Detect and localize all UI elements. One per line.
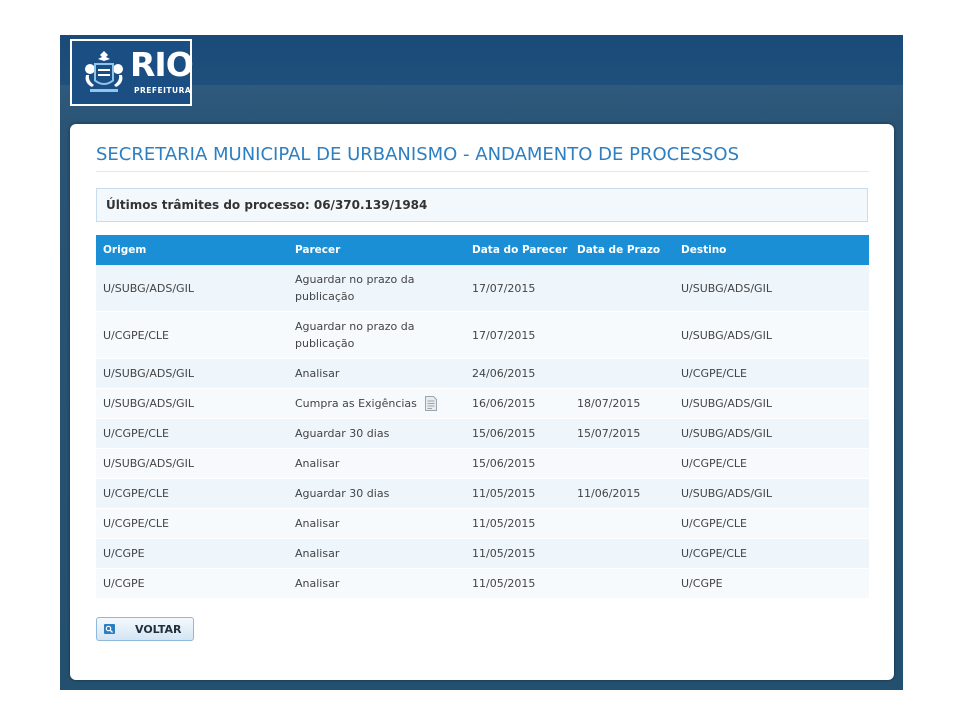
- table-row: U/SUBG/ADS/GIL Analisar 15/06/2015 U/CGP…: [96, 448, 869, 479]
- parecer-text: Cumpra as Exigências: [295, 397, 417, 410]
- cell-destino: U/SUBG/ADS/GIL: [674, 418, 869, 449]
- cell-data-prazo: 11/06/2015: [570, 478, 674, 509]
- document-icon[interactable]: [425, 395, 437, 411]
- table-row: U/CGPE Analisar 11/05/2015 U/CGPE: [96, 568, 869, 599]
- cell-parecer: Analisar: [288, 538, 465, 569]
- parecer-text: Aguardar no prazo da publicação: [295, 273, 415, 303]
- cell-data-prazo: [570, 265, 674, 312]
- process-info-box: Últimos trâmites do processo: 06/370.139…: [96, 188, 868, 222]
- cell-destino: U/SUBG/ADS/GIL: [674, 265, 869, 312]
- cell-parecer: Analisar: [288, 358, 465, 389]
- cell-origem: U/CGPE/CLE: [96, 418, 288, 449]
- cell-origem: U/CGPE/CLE: [96, 508, 288, 539]
- table-row: U/CGPE/CLE Aguardar 30 dias 15/06/2015 1…: [96, 418, 869, 449]
- cell-data-prazo: [570, 358, 674, 389]
- cell-origem: U/SUBG/ADS/GIL: [96, 265, 288, 312]
- cell-data-parecer: 11/05/2015: [465, 478, 570, 509]
- column-header-data-parecer: Data do Parecer: [465, 235, 570, 265]
- parecer-text: Analisar: [295, 547, 340, 560]
- cell-data-parecer: 15/06/2015: [465, 448, 570, 479]
- coat-of-arms-icon: [85, 51, 123, 92]
- cell-data-parecer: 11/05/2015: [465, 538, 570, 569]
- cell-origem: U/CGPE/CLE: [96, 478, 288, 509]
- table-row: U/SUBG/ADS/GIL Aguardar no prazo da publ…: [96, 265, 869, 312]
- logo-title: RIO: [130, 45, 194, 84]
- table-row: U/CGPE Analisar 11/05/2015 U/CGPE/CLE: [96, 538, 869, 569]
- cell-parecer: Aguardar 30 dias: [288, 418, 465, 449]
- cell-destino: U/CGPE/CLE: [674, 358, 869, 389]
- cell-data-prazo: [570, 538, 674, 569]
- cell-data-prazo: 18/07/2015: [570, 388, 674, 419]
- table-row: U/SUBG/ADS/GIL Analisar 24/06/2015 U/CGP…: [96, 358, 869, 389]
- cell-data-prazo: 15/07/2015: [570, 418, 674, 449]
- cell-parecer: Aguardar no prazo da publicação: [288, 265, 465, 312]
- column-header-destino: Destino: [674, 235, 869, 265]
- cell-destino: U/SUBG/ADS/GIL: [674, 478, 869, 509]
- cell-origem: U/CGPE/CLE: [96, 311, 288, 359]
- cell-data-parecer: 17/07/2015: [465, 265, 570, 312]
- cell-parecer: Aguardar no prazo da publicação: [288, 311, 465, 359]
- cell-parecer: Cumpra as Exigências: [288, 388, 465, 419]
- cell-origem: U/SUBG/ADS/GIL: [96, 388, 288, 419]
- parecer-text: Aguardar no prazo da publicação: [295, 320, 415, 350]
- cell-destino: U/CGPE/CLE: [674, 508, 869, 539]
- content-panel: SECRETARIA MUNICIPAL DE URBANISMO - ANDA…: [70, 124, 894, 680]
- cell-origem: U/CGPE: [96, 538, 288, 569]
- table-row: U/CGPE/CLE Aguardar no prazo da publicaç…: [96, 311, 869, 359]
- column-header-parecer: Parecer: [288, 235, 465, 265]
- parecer-text: Aguardar 30 dias: [295, 427, 390, 440]
- cell-parecer: Aguardar 30 dias: [288, 478, 465, 509]
- page-title: SECRETARIA MUNICIPAL DE URBANISMO - ANDA…: [96, 144, 740, 165]
- title-divider: [96, 171, 869, 172]
- cell-data-parecer: 16/06/2015: [465, 388, 570, 419]
- table-row: U/SUBG/ADS/GIL Cumpra as Exigências 16/0…: [96, 388, 869, 419]
- back-button[interactable]: VOLTAR: [96, 617, 194, 641]
- search-icon: [104, 624, 115, 634]
- parecer-text: Analisar: [295, 457, 340, 470]
- cell-data-parecer: 11/05/2015: [465, 508, 570, 539]
- back-button-label: VOLTAR: [135, 623, 182, 636]
- cell-data-parecer: 15/06/2015: [465, 418, 570, 449]
- parecer-text: Analisar: [295, 367, 340, 380]
- cell-data-parecer: 24/06/2015: [465, 358, 570, 389]
- cell-destino: U/CGPE: [674, 568, 869, 599]
- cell-parecer: Analisar: [288, 568, 465, 599]
- cell-destino: U/CGPE/CLE: [674, 448, 869, 479]
- cell-data-prazo: [570, 448, 674, 479]
- cell-parecer: Analisar: [288, 508, 465, 539]
- logo-subtitle: PREFEITURA: [134, 86, 192, 95]
- cell-destino: U/CGPE/CLE: [674, 538, 869, 569]
- cell-data-parecer: 11/05/2015: [465, 568, 570, 599]
- column-header-data-prazo: Data de Prazo: [570, 235, 674, 265]
- prefeitura-logo[interactable]: RIO PREFEITURA: [70, 39, 194, 106]
- parecer-text: Analisar: [295, 517, 340, 530]
- cell-destino: U/SUBG/ADS/GIL: [674, 388, 869, 419]
- process-info-text: Últimos trâmites do processo: 06/370.139…: [106, 198, 428, 212]
- table-header-row: Origem Parecer Data do Parecer Data de P…: [96, 235, 869, 265]
- cell-data-prazo: [570, 508, 674, 539]
- parecer-text: Aguardar 30 dias: [295, 487, 390, 500]
- cell-data-prazo: [570, 311, 674, 359]
- cell-data-prazo: [570, 568, 674, 599]
- table-row: U/CGPE/CLE Aguardar 30 dias 11/05/2015 1…: [96, 478, 869, 509]
- process-history-table: Origem Parecer Data do Parecer Data de P…: [96, 235, 869, 599]
- cell-origem: U/SUBG/ADS/GIL: [96, 358, 288, 389]
- parecer-text: Analisar: [295, 577, 340, 590]
- cell-origem: U/SUBG/ADS/GIL: [96, 448, 288, 479]
- column-header-origem: Origem: [96, 235, 288, 265]
- cell-destino: U/SUBG/ADS/GIL: [674, 311, 869, 359]
- cell-parecer: Analisar: [288, 448, 465, 479]
- cell-data-parecer: 17/07/2015: [465, 311, 570, 359]
- cell-origem: U/CGPE: [96, 568, 288, 599]
- table-row: U/CGPE/CLE Analisar 11/05/2015 U/CGPE/CL…: [96, 508, 869, 539]
